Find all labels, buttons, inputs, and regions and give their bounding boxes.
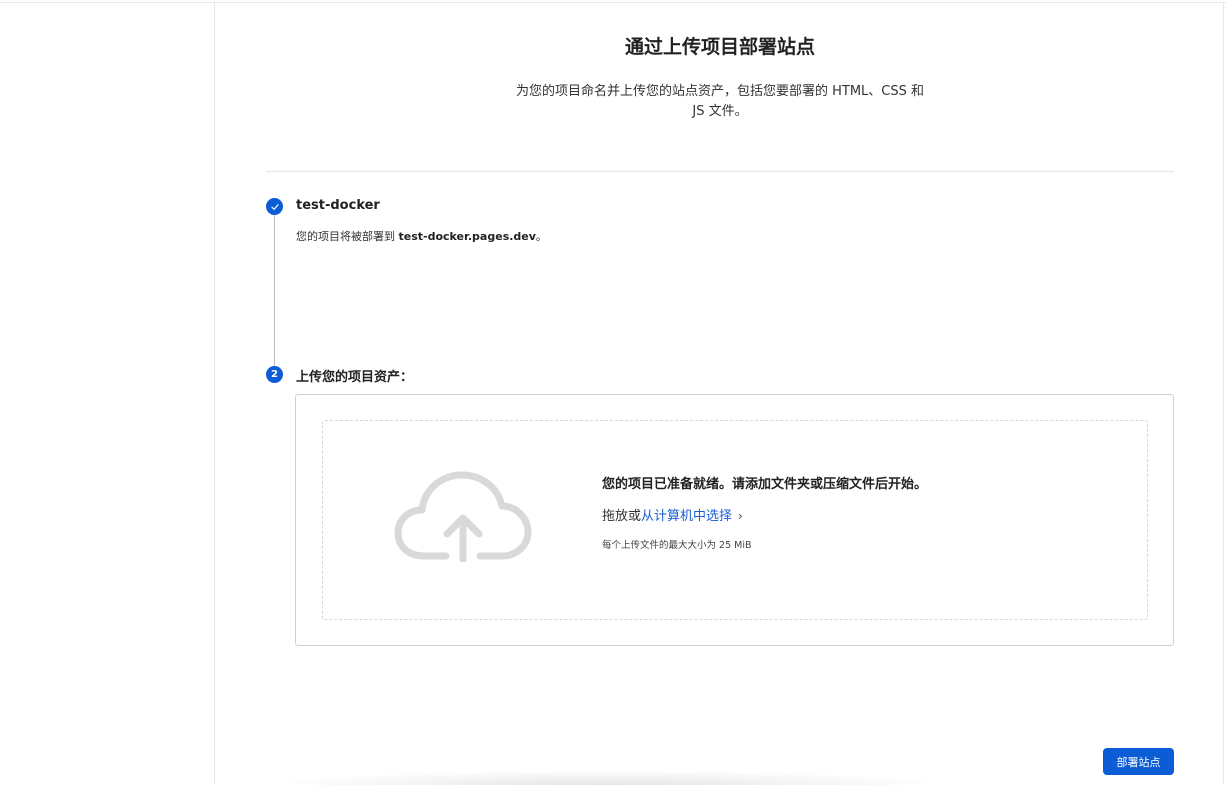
step-connector-line [274,214,275,366]
sidebar [0,3,215,785]
bottom-shadow [262,770,952,785]
step-2-number: 2 [266,366,283,383]
deploy-site-button[interactable]: 部署站点 [1103,748,1174,775]
project-name: test-docker [296,198,380,213]
deploy-target-domain: test-docker.pages.dev [398,230,536,243]
deploy-target-suffix: 。 [535,230,547,243]
drag-drop-text: 拖放或 [602,509,642,524]
select-from-computer-link[interactable]: 从计算机中选择 [641,509,732,524]
upload-step-title: 上传您的项目资产： [296,370,414,385]
page-title: 通过上传项目部署站点 [624,36,815,58]
drag-drop-line: 拖放或从计算机中选择 › [602,505,743,524]
deploy-target-text: 您的项目将被部署到 test-docker.pages.dev。 [296,228,547,244]
check-icon [270,203,279,210]
upload-ready-text: 您的项目已准备就绪。请添加文件夹或压缩文件后开始。 [602,477,928,492]
max-size-note: 每个上传文件的最大大小为 25 MiB [602,540,752,551]
section-divider [266,171,1174,172]
cloud-upload-icon [394,471,532,562]
step-1-complete-icon [266,198,283,215]
page: 通过上传项目部署站点 为您的项目命名并上传您的站点资产，包括您要部署的 HTML… [0,0,1226,785]
deploy-target-prefix: 您的项目将被部署到 [296,230,399,243]
chevron-right-icon[interactable]: › [738,509,743,523]
right-border [1223,3,1224,785]
page-subtitle: 为您的项目命名并上传您的站点资产，包括您要部署的 HTML、CSS 和 JS 文… [515,84,925,119]
